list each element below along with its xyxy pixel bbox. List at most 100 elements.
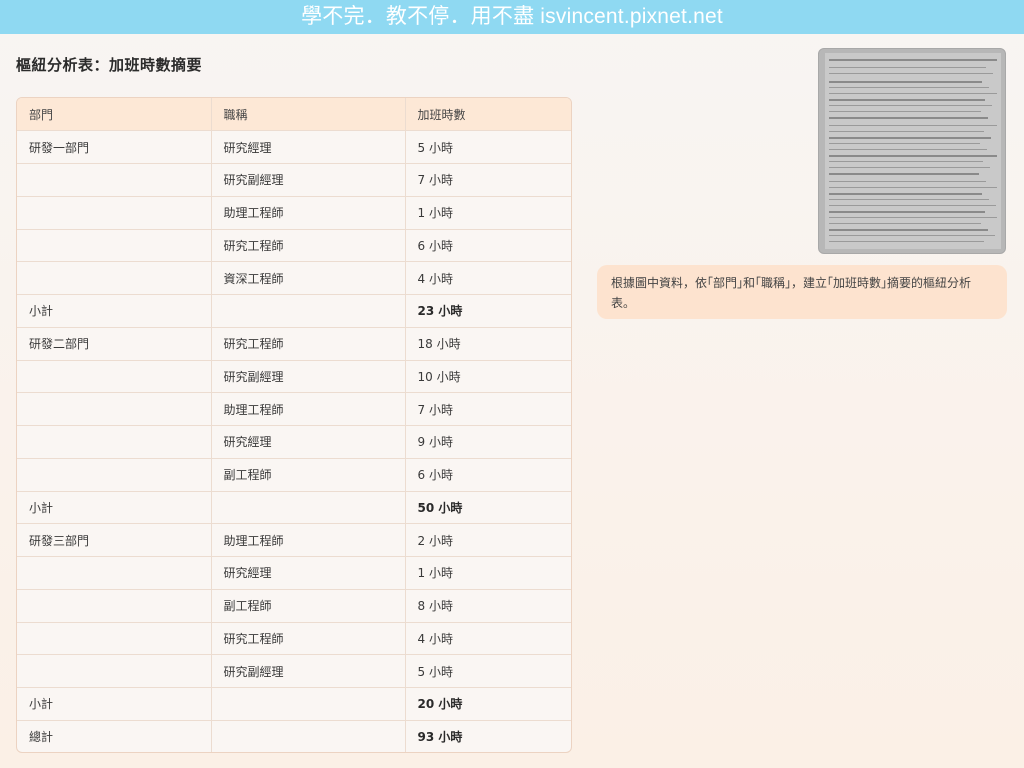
scan-line <box>829 137 991 139</box>
cell-department: 小計 <box>17 687 212 721</box>
cell-title: 研究副經理 <box>211 654 406 688</box>
pivot-table-container: 部門 職稱 加班時數 研發一部門 研究經理 5 小時 研究副經理 7 小時 助理工程師 1 … <box>16 97 572 753</box>
scan-line <box>829 131 984 132</box>
scanned-table-thumbnail <box>825 53 1001 249</box>
cell-title: 研究經理 <box>211 130 406 164</box>
scan-line <box>829 205 996 206</box>
cell-title: 研究副經理 <box>211 360 406 394</box>
site-banner: 學不完．教不停．用不盡 isvincent.pixnet.net <box>0 0 1024 34</box>
cell-title <box>211 491 406 525</box>
table-row: 研發一部門 研究經理 5 小時 <box>17 130 571 164</box>
column-header-department: 部門 <box>17 98 212 132</box>
table-row: 小計 20 小時 <box>17 687 571 721</box>
table-row: 研發二部門 研究工程師 18 小時 <box>17 327 571 361</box>
scan-line <box>829 181 986 182</box>
table-row: 助理工程師 1 小時 <box>17 196 571 230</box>
cell-overtime: 6 小時 <box>405 229 571 263</box>
source-document-image[interactable] <box>818 48 1006 254</box>
cell-department: 小計 <box>17 294 212 328</box>
scan-line <box>829 217 997 218</box>
scan-line <box>829 143 980 144</box>
scan-line <box>829 67 986 68</box>
cell-department: 總計 <box>17 720 212 752</box>
scan-line <box>829 235 995 236</box>
table-body: 研發一部門 研究經理 5 小時 研究副經理 7 小時 助理工程師 1 小時 研究工程師 6 小時… <box>17 130 571 752</box>
cell-department <box>17 654 212 688</box>
scan-line <box>829 125 997 126</box>
cell-overtime: 2 小時 <box>405 523 571 557</box>
scan-line <box>829 87 989 88</box>
cell-department <box>17 360 212 394</box>
page-title: 樞紐分析表：加班時數摘要 <box>16 56 203 74</box>
table-row: 研究工程師 6 小時 <box>17 229 571 263</box>
cell-title: 助理工程師 <box>211 196 406 230</box>
table-row: 研究副經理 7 小時 <box>17 163 571 197</box>
cell-department: 研發一部門 <box>17 130 212 164</box>
cell-department <box>17 556 212 590</box>
cell-title: 副工程師 <box>211 589 406 623</box>
table-header-row: 部門 職稱 加班時數 <box>17 98 571 132</box>
cell-overtime: 50 小時 <box>405 491 571 525</box>
table-row: 資深工程師 4 小時 <box>17 261 571 295</box>
scan-line <box>829 161 983 162</box>
cell-overtime: 18 小時 <box>405 327 571 361</box>
cell-title <box>211 720 406 752</box>
table-row: 小計 50 小時 <box>17 491 571 525</box>
scan-line <box>829 199 989 200</box>
cell-title: 研究工程師 <box>211 622 406 656</box>
table-row: 研發三部門 助理工程師 2 小時 <box>17 523 571 557</box>
scan-line <box>829 187 997 188</box>
table-row: 研究副經理 5 小時 <box>17 654 571 688</box>
chat-message-bubble: 根據圖中資料，依｢部門｣和｢職稱｣，建立｢加班時數｣摘要的樞紐分析表。 <box>597 265 1007 319</box>
cell-overtime: 1 小時 <box>405 196 571 230</box>
cell-department <box>17 229 212 263</box>
table-row: 研究經理 9 小時 <box>17 425 571 459</box>
cell-overtime: 7 小時 <box>405 163 571 197</box>
cell-department <box>17 589 212 623</box>
scan-line <box>829 211 985 213</box>
cell-overtime: 10 小時 <box>405 360 571 394</box>
scan-line <box>829 149 987 150</box>
cell-department <box>17 163 212 197</box>
scan-line <box>829 117 988 119</box>
scan-line <box>829 229 988 231</box>
table-row: 小計 23 小時 <box>17 294 571 328</box>
cell-title: 研究副經理 <box>211 163 406 197</box>
scan-line <box>829 93 997 94</box>
scan-line <box>829 241 984 242</box>
cell-title: 研究工程師 <box>211 229 406 263</box>
cell-department: 研發二部門 <box>17 327 212 361</box>
scan-line <box>829 105 992 106</box>
pivot-table: 部門 職稱 加班時數 研發一部門 研究經理 5 小時 研究副經理 7 小時 助理工程師 1 … <box>17 98 571 752</box>
cell-overtime: 23 小時 <box>405 294 571 328</box>
cell-overtime: 6 小時 <box>405 458 571 492</box>
column-header-overtime: 加班時數 <box>405 98 571 132</box>
cell-overtime: 20 小時 <box>405 687 571 721</box>
scan-line <box>829 73 993 74</box>
cell-title: 助理工程師 <box>211 392 406 426</box>
cell-title: 研究工程師 <box>211 327 406 361</box>
cell-department: 研發三部門 <box>17 523 212 557</box>
cell-title: 研究經理 <box>211 425 406 459</box>
cell-overtime: 8 小時 <box>405 589 571 623</box>
cell-overtime: 1 小時 <box>405 556 571 590</box>
cell-title: 資深工程師 <box>211 261 406 295</box>
scan-line <box>829 81 982 83</box>
scan-line <box>829 193 982 195</box>
cell-department <box>17 425 212 459</box>
cell-title: 研究經理 <box>211 556 406 590</box>
cell-overtime: 9 小時 <box>405 425 571 459</box>
table-row: 總計 93 小時 <box>17 720 571 752</box>
scan-line <box>829 59 997 61</box>
cell-overtime: 93 小時 <box>417 730 463 745</box>
cell-department: 小計 <box>17 491 212 525</box>
scan-line <box>829 167 990 168</box>
table-row: 副工程師 6 小時 <box>17 458 571 492</box>
column-header-title: 職稱 <box>211 98 406 132</box>
scan-line <box>829 173 979 175</box>
cell-overtime: 7 小時 <box>405 392 571 426</box>
cell-title: 副工程師 <box>211 458 406 492</box>
scan-line <box>829 99 985 101</box>
scan-line <box>829 111 981 112</box>
cell-title: 助理工程師 <box>211 523 406 557</box>
